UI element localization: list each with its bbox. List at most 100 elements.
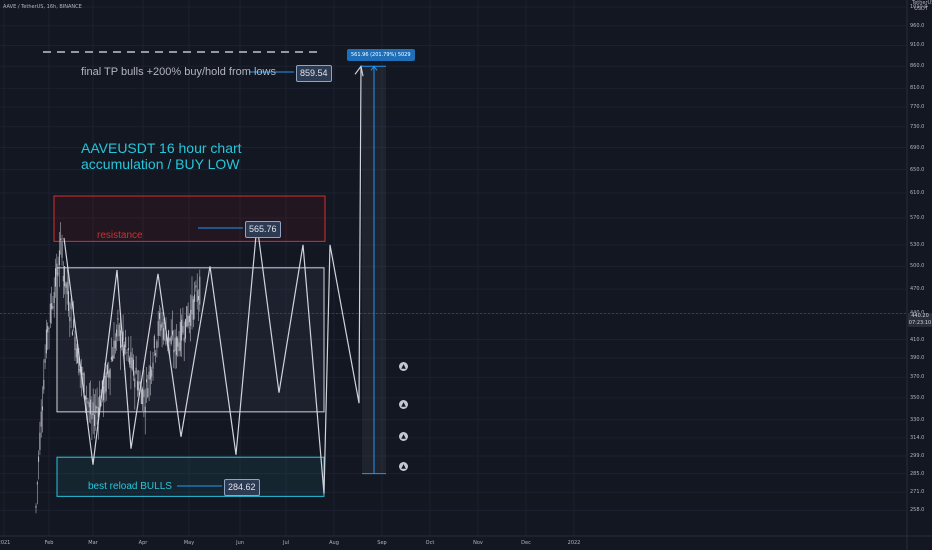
symbol-title: AAVE / TetherUS, 16h, BINANCE <box>3 4 82 10</box>
reload-annotation: best reload BULLS <box>88 481 172 492</box>
x-tick-label: Aug <box>329 540 339 546</box>
candle-body <box>139 381 141 384</box>
candle-body <box>196 290 198 302</box>
y-tick-label: 960.0 <box>910 22 925 29</box>
up-arrow-icon[interactable]: ▲ <box>399 362 408 371</box>
candle-body <box>36 482 38 485</box>
candle-body <box>178 342 180 352</box>
y-tick-label: 810.0 <box>910 85 925 92</box>
candle-body <box>120 330 121 348</box>
candle-body <box>144 406 146 412</box>
y-tick-label: 690.0 <box>910 144 925 151</box>
up-arrow-icon[interactable]: ▲ <box>399 432 408 441</box>
candle-body <box>38 456 40 462</box>
candle-body <box>64 266 66 287</box>
candle-body <box>68 291 69 312</box>
y-tick-label: 470.0 <box>910 286 925 293</box>
candle-body <box>181 319 183 341</box>
candle-body <box>52 305 54 309</box>
candle-body <box>66 282 68 295</box>
candle-body <box>87 400 89 404</box>
price-chart[interactable] <box>0 0 932 550</box>
x-tick-label: Oct <box>425 540 435 546</box>
candle-body <box>70 303 72 310</box>
candle-body <box>56 263 58 276</box>
candle-body <box>169 337 171 342</box>
y-tick-label: 610.0 <box>910 189 925 196</box>
candle-body <box>138 382 140 391</box>
candle-body <box>35 505 37 508</box>
candle-body <box>147 388 149 397</box>
candle-body <box>174 337 176 351</box>
candle-body <box>146 379 147 383</box>
candle-body <box>151 369 153 377</box>
candle-body <box>170 335 172 344</box>
candle-body <box>49 303 51 323</box>
candle-body <box>109 369 111 379</box>
candle-body <box>57 272 59 274</box>
up-arrow-icon[interactable]: ▲ <box>399 462 408 471</box>
y-tick-label: 350.0 <box>910 394 925 401</box>
target-price-badge[interactable]: 859.54 <box>296 65 332 82</box>
resistance-price-badge[interactable]: 565.76 <box>245 221 281 238</box>
candle-body <box>48 328 50 329</box>
candle-body <box>39 432 41 450</box>
measure-tool <box>362 65 386 475</box>
up-arrow-icon[interactable]: ▲ <box>399 400 408 409</box>
candle-body <box>148 371 150 380</box>
y-tick-label: 570.0 <box>910 215 925 221</box>
candle-body <box>118 324 120 337</box>
candle-body <box>60 238 62 241</box>
candle-body <box>175 336 177 356</box>
x-tick-label: Jul <box>282 540 290 546</box>
candle-body <box>143 390 145 398</box>
candle-body <box>179 321 181 351</box>
candle-body <box>110 356 112 360</box>
x-tick-label: Mar <box>88 540 98 546</box>
current-price-tag: 440.20 07:23:10 <box>908 313 932 327</box>
candle-body <box>58 250 60 266</box>
measure-label: 561.96 (201.79%) 5029 <box>347 49 415 61</box>
candle-body <box>121 344 123 347</box>
candle-body <box>51 303 53 310</box>
candle-body <box>71 331 73 336</box>
candle-body <box>134 378 136 388</box>
y-tick-label: 285.0 <box>910 470 925 477</box>
candle-body <box>129 357 131 365</box>
target-annotation: final TP bulls +200% buy/hold from lows <box>81 66 276 78</box>
candle-body <box>88 402 90 408</box>
candle-body <box>185 319 186 339</box>
candle-body <box>130 352 132 369</box>
projection-arrowhead <box>354 64 364 77</box>
y-tick-label: 770.0 <box>910 104 925 111</box>
candle-body <box>191 295 193 315</box>
candle-body <box>114 340 116 349</box>
candle-body <box>127 347 129 351</box>
chart-annotation-title: AAVEUSDT 16 hour chart accumulation / BU… <box>81 140 242 172</box>
resistance-annotation: resistance <box>97 230 143 241</box>
candle-body <box>188 315 190 323</box>
candle-body <box>153 336 155 349</box>
candle-body <box>117 318 119 320</box>
title-line-1: AAVEUSDT 16 hour chart <box>81 140 242 156</box>
candle-body <box>142 388 144 405</box>
candle-body <box>65 283 67 288</box>
candle-body <box>161 322 163 328</box>
candle-body <box>95 405 97 414</box>
x-tick-label: Jun <box>236 540 244 546</box>
candle-body <box>94 414 95 426</box>
candle-body <box>199 276 201 305</box>
reload-price-badge[interactable]: 284.62 <box>224 479 260 496</box>
candle-body <box>107 364 108 374</box>
current-price-countdown: 07:23:10 <box>908 320 932 326</box>
y-tick-label: 1010.0 <box>910 4 928 10</box>
y-tick-label: 258.0 <box>910 507 925 514</box>
resistance-zone <box>53 195 326 242</box>
x-tick-label: Feb <box>44 540 54 546</box>
y-tick-label: 730.0 <box>910 123 925 130</box>
candle-body <box>47 325 49 333</box>
candle-body <box>136 380 138 391</box>
y-tick-label: 370.0 <box>910 374 925 381</box>
zones <box>43 51 326 497</box>
candle-body <box>155 353 157 356</box>
